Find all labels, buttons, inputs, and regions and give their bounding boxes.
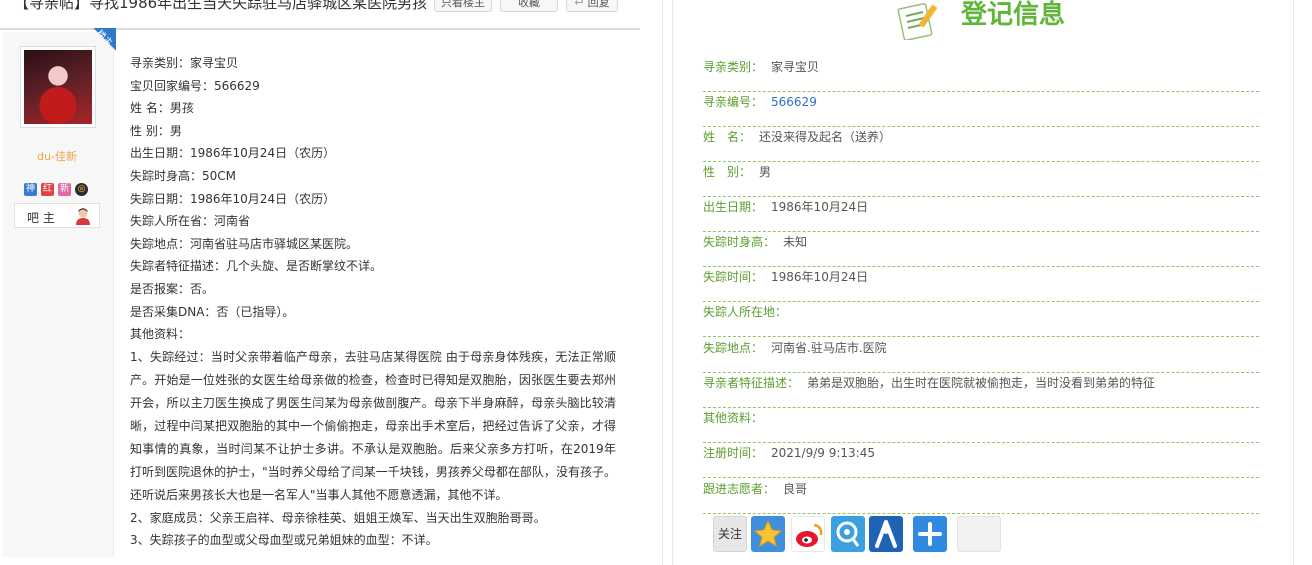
badge-red[interactable]: 红	[41, 183, 54, 196]
tencent-weibo-share-button[interactable]	[831, 516, 865, 552]
more-share-icon	[918, 522, 942, 546]
post-line: 失踪人所在省：河南省	[130, 214, 251, 229]
registration-info-panel: 登记信息 寻亲类别： 家寻宝贝 寻亲编号： 566629 姓 名： 还没来得及起名（送…	[672, 0, 1294, 565]
info-row-registered: 注册时间： 2021/9/9 9:13:45	[703, 443, 1259, 478]
info-label: 跟进志愿者：	[703, 482, 776, 496]
post-line: 出生日期：1986年10月24日（农历）	[130, 146, 336, 161]
weibo-share-button[interactable]	[791, 516, 825, 552]
badge-medal[interactable]: ◎	[75, 183, 88, 196]
info-label: 失踪人所在地：	[703, 305, 788, 319]
post-line: 失踪日期：1986年10月24日（农历）	[130, 191, 336, 206]
post-line: 失踪时身高：50CM	[130, 168, 237, 183]
reply-label: 回复	[587, 0, 610, 9]
post-line: 是否报案：否。	[130, 281, 215, 296]
info-label: 注册时间：	[703, 446, 764, 460]
badge-new[interactable]: 新	[58, 183, 71, 196]
info-label: 寻亲编号：	[703, 95, 764, 109]
favorite-button[interactable]: 收藏	[500, 0, 558, 12]
info-label: 寻亲类别：	[703, 60, 764, 74]
qzone-star-icon	[753, 519, 783, 548]
more-share-button[interactable]	[913, 516, 947, 552]
post-line: 宝贝回家编号：566629	[130, 78, 260, 93]
info-value: 家寻宝贝	[771, 60, 820, 74]
info-value: 男	[759, 165, 772, 179]
info-value-link[interactable]: 566629	[771, 95, 817, 109]
info-value: 1986年10月24日	[771, 270, 869, 284]
info-row-number: 寻亲编号： 566629	[703, 92, 1259, 127]
info-label: 失踪时身高：	[703, 235, 776, 249]
post-header: 【寻亲帖】寻找1986年出生当天失踪驻马店驿城区某医院男孩 只看楼主 收藏 ↩ 回…	[0, 0, 640, 30]
avatar[interactable]	[20, 46, 96, 128]
qzone-share-button[interactable]	[751, 516, 785, 552]
missing-account-paragraph: 1、失踪经过：当时父亲带着临产母亲，去驻马店某得医院 由于母亲身体残疾，无法正常…	[130, 349, 616, 502]
share-count-box	[957, 516, 1001, 552]
tencent-weibo-icon	[836, 521, 860, 547]
info-value: 弟弟是双胞胎，出生时在医院就被偷抱走，当时没看到弟弟的特征	[807, 376, 1156, 390]
info-row-gender: 性 别： 男	[703, 162, 1259, 197]
renren-icon	[875, 520, 897, 548]
info-label: 姓 名：	[703, 130, 752, 144]
post-title: 【寻亲帖】寻找1986年出生当天失踪驻马店驿城区某医院男孩	[14, 0, 428, 12]
post-line: 其他资料：	[130, 327, 191, 342]
forum-post-panel: 【寻亲帖】寻找1986年出生当天失踪驻马店驿城区某医院男孩 只看楼主 收藏 ↩ 回…	[0, 0, 663, 565]
badge-god[interactable]: 神	[24, 183, 37, 196]
avatar-image	[24, 50, 92, 124]
info-value: 未知	[783, 235, 808, 249]
reply-icon: ↩	[574, 0, 584, 9]
user-badges: 神红新 ◎	[24, 176, 92, 196]
only-op-button[interactable]: 只看楼主	[434, 0, 492, 12]
op-corner-badge-label: 楼主	[94, 28, 114, 49]
info-label: 寻亲者特征描述：	[703, 376, 800, 390]
info-row-height: 失踪时身高： 未知	[703, 232, 1259, 267]
bazhu-avatar-icon	[76, 208, 90, 225]
bazhu-label: 吧 主	[27, 211, 55, 225]
post-line: 失踪地点：河南省驻马店市驿城区某医院。	[130, 236, 359, 251]
info-row-category: 寻亲类别： 家寻宝贝	[703, 57, 1259, 92]
post-line: 寻亲类别：家寻宝贝	[130, 56, 239, 70]
info-label: 性 别：	[703, 165, 752, 179]
username-link[interactable]: du-佳新	[2, 148, 112, 164]
info-row-location: 失踪人所在地：	[703, 302, 1259, 337]
info-row-features: 寻亲者特征描述： 弟弟是双胞胎，出生时在医院就被偷抱走，当时没看到弟弟的特征	[703, 373, 1259, 408]
bazhu-role-box[interactable]: 吧 主	[14, 203, 100, 228]
info-label: 其他资料：	[703, 411, 764, 425]
post-line: 性 别：男	[130, 123, 182, 138]
renren-share-button[interactable]	[869, 516, 903, 552]
info-row-birthdate: 出生日期： 1986年10月24日	[703, 197, 1259, 232]
info-label: 失踪地点：	[703, 341, 764, 355]
info-row-volunteer: 跟进志愿者： 良哥	[703, 479, 1259, 514]
post-line: 失踪者特征描述：几个头旋、是否断掌纹不详。	[130, 259, 383, 274]
info-value: 2021/9/9 9:13:45	[771, 446, 875, 460]
info-value: 良哥	[783, 482, 808, 496]
info-value: 还没来得及起名（送养）	[759, 130, 892, 144]
info-label: 失踪时间：	[703, 270, 764, 284]
registration-title: 登记信息	[961, 0, 1066, 30]
weibo-icon	[796, 523, 823, 547]
register-notepad-icon	[897, 3, 938, 40]
follow-button[interactable]: 关注	[713, 516, 747, 552]
info-value: 1986年10月24日	[771, 200, 869, 214]
blood-type-line: 3、失踪孩子的血型或父母血型或兄弟姐妹的血型：不详。	[130, 533, 438, 548]
info-row-name: 姓 名： 还没来得及起名（送养）	[703, 127, 1259, 162]
info-row-missing-time: 失踪时间： 1986年10月24日	[703, 267, 1259, 302]
post-line: 是否采集DNA：否（已指导）。	[130, 304, 295, 319]
post-line: 姓 名：男孩	[130, 101, 194, 116]
info-row-other: 其他资料：	[703, 408, 1259, 443]
family-members-line: 2、家庭成员：父亲王启祥、母亲徐桂英、姐姐王焕军、当天出生双胞胎哥哥。	[130, 510, 546, 525]
reply-button[interactable]: ↩ 回复	[566, 0, 618, 12]
info-value: 河南省.驻马店市.医院	[771, 341, 887, 355]
post-body: 寻亲类别：家寻宝贝 宝贝回家编号：566629 姓 名：男孩 性 别：男 出生日…	[130, 52, 630, 552]
info-row-missing-place: 失踪地点： 河南省.驻马店市.医院	[703, 338, 1259, 373]
info-label: 出生日期：	[703, 200, 764, 214]
